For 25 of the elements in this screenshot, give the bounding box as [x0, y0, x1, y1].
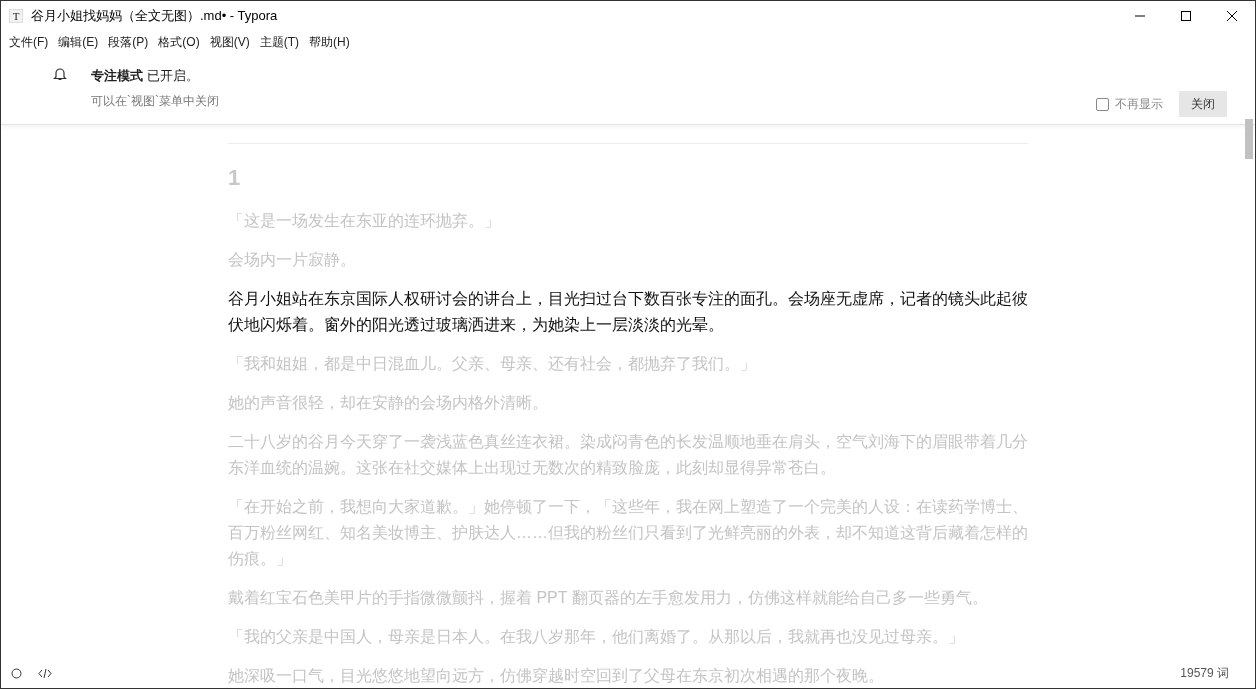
paragraph: 她的声音很轻，却在安静的会场内格外清晰。	[228, 393, 549, 413]
bell-icon	[53, 67, 67, 81]
maximize-icon	[1181, 11, 1191, 21]
paragraph: 谷月小姐站在东京国际人权研讨会的讲台上，目光扫过台下数百张专注的面孔。会场座无虚席，记者的镜头此起彼伏地闪烁着。窗外的阳光透过玻璃洒进来，为她染上一层淡淡的光晕。	[228, 289, 1028, 335]
notification-title: 专注模式 已开启。	[91, 67, 200, 85]
word-count: 19579 词	[1180, 664, 1229, 682]
notification-hint: 可以在`视图`菜单中关闭	[91, 93, 219, 110]
menu-item[interactable]: 视图(V)	[204, 33, 255, 51]
close-notification-button[interactable]: 关闭	[1179, 91, 1227, 117]
app-icon: T	[9, 9, 23, 23]
circle-icon[interactable]	[11, 667, 22, 679]
menu-item[interactable]: 格式(O)	[153, 33, 205, 51]
menu-item[interactable]: 帮助(H)	[304, 33, 355, 51]
paragraph: 「我的父亲是中国人，母亲是日本人。在我八岁那年，他们离婚了。从那以后，我就再也没见过母亲。」	[228, 627, 965, 647]
close-icon	[1227, 11, 1237, 21]
menu-item[interactable]: 编辑(E)	[53, 33, 104, 51]
checkbox[interactable]	[1096, 97, 1109, 111]
menu-item[interactable]: 主题(T)	[254, 33, 304, 51]
menu-item[interactable]: 段落(P)	[103, 33, 154, 51]
scrollbar-thumb[interactable]	[1245, 119, 1253, 159]
window-title: 谷月小姐找妈妈（全文无图）.md• - Typora	[31, 7, 278, 25]
code-icon[interactable]	[38, 667, 52, 679]
paragraph: 「我和姐姐，都是中日混血儿。父亲、母亲、还有社会，都抛弃了我们。」	[228, 354, 757, 374]
checkbox-label: 不再显示	[1115, 95, 1163, 113]
menu-item[interactable]: 文件(F)	[4, 33, 54, 51]
